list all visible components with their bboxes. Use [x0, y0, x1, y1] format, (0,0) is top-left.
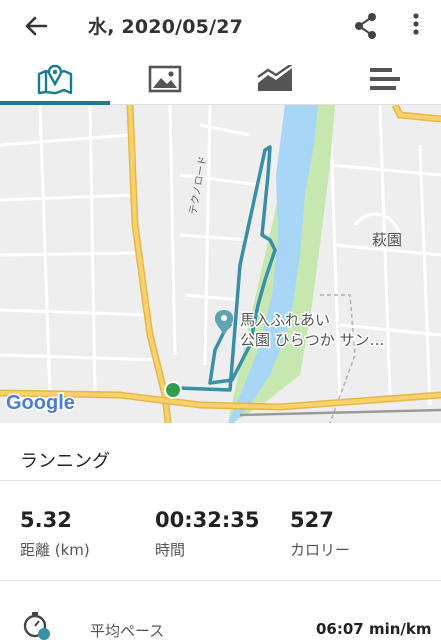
divider	[0, 480, 441, 481]
avg-pace-label: 平均ペース	[90, 622, 165, 640]
map-pin-icon	[37, 64, 73, 94]
list-icon	[370, 67, 400, 90]
route-map[interactable]: テクノロード 萩園 馬入ふれあい 公園 ひらつか サン… Google	[0, 105, 441, 423]
distance-value: 5.32	[20, 508, 72, 532]
place-label-line2: 公園 ひらつか サン…	[240, 331, 385, 349]
area-label: 萩園	[372, 231, 402, 249]
pace-icon	[22, 610, 52, 640]
tab-details[interactable]	[330, 52, 440, 105]
tab-charts[interactable]	[220, 52, 330, 105]
more-vert-icon[interactable]	[404, 10, 428, 42]
tab-photos[interactable]	[110, 52, 220, 105]
start-marker	[164, 381, 182, 399]
share-icon[interactable]	[350, 10, 382, 42]
chart-icon	[257, 64, 293, 91]
activity-type: ランニング	[20, 451, 110, 472]
arrow-back-icon[interactable]	[20, 10, 52, 42]
duration-value: 00:32:35	[155, 508, 260, 532]
divider	[0, 580, 441, 581]
duration-label: 時間	[155, 541, 186, 559]
map-canvas: テクノロード 萩園 馬入ふれあい 公園 ひらつか サン… Google	[0, 105, 441, 423]
calories-label: カロリー	[290, 541, 351, 559]
photo-icon	[148, 65, 182, 92]
google-logo: Google	[6, 392, 75, 414]
place-label-line1: 馬入ふれあい	[240, 311, 330, 329]
avg-pace-value: 06:07 min/km	[316, 620, 432, 638]
tab-map[interactable]	[0, 52, 110, 105]
page-title: 水, 2020/05/27	[88, 16, 244, 38]
tab-bar	[0, 52, 441, 105]
app-bar: 水, 2020/05/27	[0, 0, 441, 52]
distance-label: 距離 (km)	[20, 541, 90, 559]
calories-value: 527	[290, 508, 334, 532]
